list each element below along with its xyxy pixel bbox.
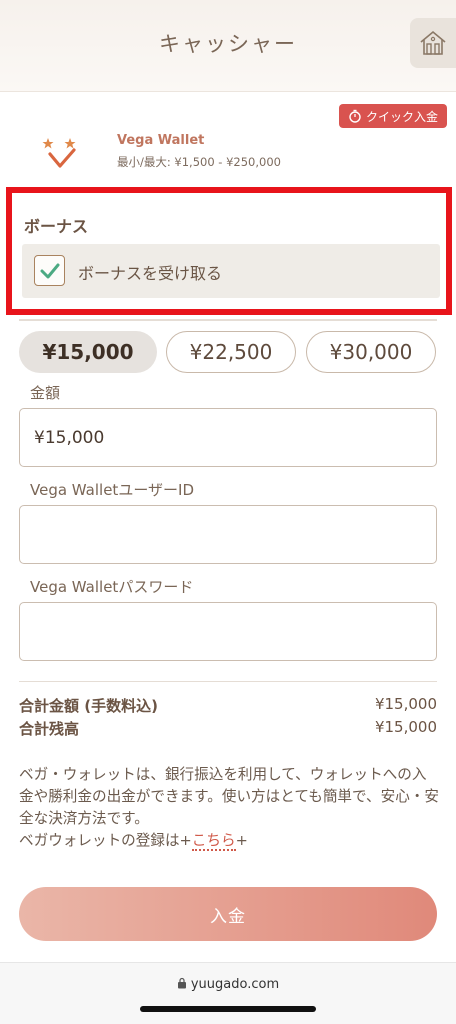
bonus-checkbox-row[interactable]: ボーナスを受け取る — [22, 244, 440, 298]
bonus-checkbox[interactable] — [34, 255, 65, 286]
home-button[interactable] — [410, 18, 456, 68]
house-icon — [420, 30, 446, 55]
total-balance-row: 合計残高 ¥15,000 — [19, 718, 437, 739]
user-id-input[interactable] — [19, 505, 437, 564]
browser-url-bar[interactable]: yuugado.com — [0, 962, 456, 1024]
total-amount-label: 合計金額 (手数料込) — [19, 697, 158, 715]
register-suffix: + — [235, 832, 248, 849]
amount-option-15000[interactable]: ¥15,000 — [19, 331, 157, 373]
bonus-title: ボーナス — [24, 217, 89, 236]
total-amount-value: ¥15,000 — [374, 695, 437, 713]
total-balance-value: ¥15,000 — [374, 718, 437, 736]
description-text: ベガ・ウォレットは、銀行振込を利用して、ウォレットへの入金や勝利金の出金ができま… — [19, 766, 440, 827]
payment-description: ベガ・ウォレットは、銀行振込を利用して、ウォレットへの入金や勝利金の出金ができま… — [19, 764, 439, 852]
cashier-header: キャッシャー — [0, 0, 456, 92]
deposit-button[interactable]: 入金 — [19, 887, 437, 941]
checkmark-icon — [40, 263, 59, 278]
quick-deposit-label: クイック入金 — [365, 109, 438, 124]
summary-divider — [19, 681, 437, 682]
url-text: yuugado.com — [190, 977, 280, 992]
vega-wallet-logo-icon — [42, 138, 76, 168]
register-link[interactable]: こちら — [191, 832, 236, 851]
amount-option-30000[interactable]: ¥30,000 — [306, 331, 436, 373]
home-indicator — [140, 1006, 316, 1012]
register-prefix: ベガウォレットの登録は+ — [19, 832, 192, 849]
password-label: Vega Walletパスワード — [30, 578, 194, 596]
divider — [19, 319, 437, 321]
wallet-name: Vega Wallet — [117, 133, 205, 148]
amount-option-22500[interactable]: ¥22,500 — [166, 331, 296, 373]
bonus-section: ボーナス ボーナスを受け取る — [6, 187, 452, 315]
url-display[interactable]: yuugado.com — [0, 977, 456, 992]
user-id-label: Vega WalletユーザーID — [30, 481, 194, 499]
page-title: キャッシャー — [159, 32, 297, 56]
amount-input[interactable]: ¥15,000 — [19, 408, 437, 467]
quick-deposit-button[interactable]: クイック入金 — [339, 104, 447, 128]
amount-label: 金額 — [30, 384, 61, 402]
stopwatch-icon — [349, 109, 361, 123]
bonus-checkbox-label: ボーナスを受け取る — [78, 264, 223, 283]
password-input[interactable] — [19, 602, 437, 661]
total-amount-row: 合計金額 (手数料込) ¥15,000 — [19, 695, 437, 716]
wallet-limits: 最小/最大: ¥1,500 - ¥250,000 — [117, 155, 281, 169]
lock-icon — [177, 977, 186, 989]
total-balance-label: 合計残高 — [19, 720, 80, 738]
